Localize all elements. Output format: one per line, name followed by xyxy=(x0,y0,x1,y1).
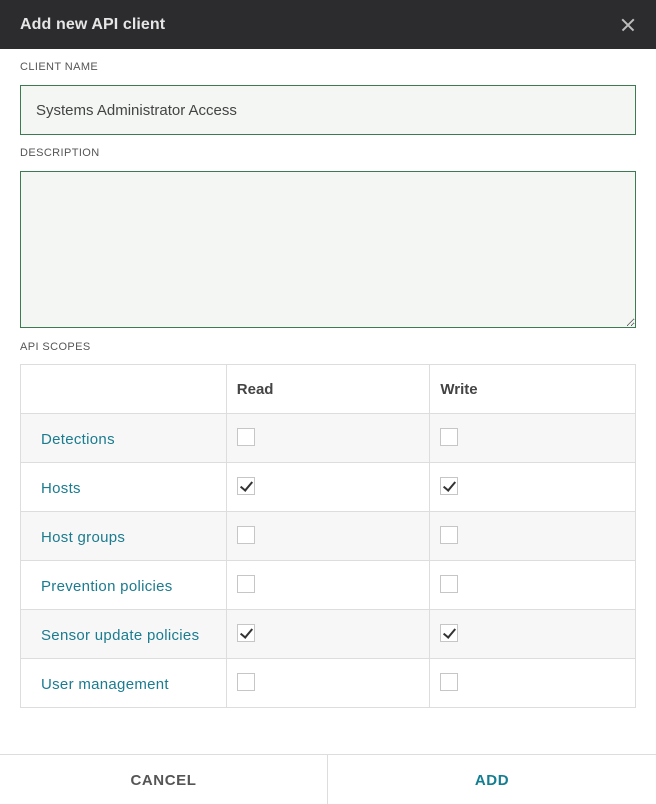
scope-name[interactable]: Prevention policies xyxy=(20,560,227,610)
table-row: Sensor update policies xyxy=(20,609,636,659)
scope-write-cell xyxy=(429,658,636,708)
scope-read-cell xyxy=(225,609,431,659)
read-checkbox-checked[interactable] xyxy=(236,477,255,495)
table-row: Prevention policies xyxy=(20,560,636,610)
scope-read-cell xyxy=(225,462,431,512)
read-checkbox-checked[interactable] xyxy=(236,624,255,642)
dialog-footer: CANCEL ADD xyxy=(0,754,656,804)
table-header-row: Read Write xyxy=(20,364,636,414)
column-header-scope xyxy=(20,364,227,414)
scope-write-cell xyxy=(429,609,636,659)
scope-read-cell xyxy=(225,658,431,708)
write-checkbox[interactable] xyxy=(440,526,459,544)
write-checkbox-checked[interactable] xyxy=(440,624,459,642)
cancel-button[interactable]: CANCEL xyxy=(0,755,328,804)
read-checkbox[interactable] xyxy=(236,526,255,544)
table-row: Hosts xyxy=(20,462,636,512)
scope-rows: Detections Hosts Host groups Prevention pol… xyxy=(20,413,636,708)
client-name-label: CLIENT NAME xyxy=(20,61,99,73)
write-checkbox[interactable] xyxy=(440,575,459,593)
table-row: User management xyxy=(20,658,636,708)
add-button[interactable]: ADD xyxy=(328,755,656,804)
table-row: Host groups xyxy=(20,511,636,561)
scope-read-cell xyxy=(225,560,431,610)
description-textarea[interactable] xyxy=(20,171,636,328)
write-checkbox-checked[interactable] xyxy=(440,477,459,495)
write-checkbox[interactable] xyxy=(440,428,459,446)
api-scopes-table: Read Write Detections Hosts Host groups Pre… xyxy=(20,364,636,708)
read-checkbox[interactable] xyxy=(236,428,255,446)
scope-write-cell xyxy=(429,560,636,610)
write-checkbox[interactable] xyxy=(440,673,459,691)
add-api-client-dialog: Add new API client CLIENT NAME DESCRIPTI… xyxy=(0,0,656,804)
scope-read-cell xyxy=(225,413,431,463)
read-checkbox[interactable] xyxy=(236,575,255,593)
close-icon[interactable] xyxy=(618,15,638,35)
scope-name[interactable]: User management xyxy=(20,658,227,708)
api-scopes-label: API SCOPES xyxy=(20,341,91,353)
scope-write-cell xyxy=(429,462,636,512)
dialog-body: CLIENT NAME DESCRIPTION API SCOPES Read … xyxy=(0,49,656,708)
dialog-header: Add new API client xyxy=(0,0,656,49)
dialog-title: Add new API client xyxy=(20,15,166,33)
column-header-write: Write xyxy=(429,364,636,414)
scope-name[interactable]: Host groups xyxy=(20,511,227,561)
description-label: DESCRIPTION xyxy=(20,147,100,159)
scope-write-cell xyxy=(429,413,636,463)
column-header-read: Read xyxy=(225,364,431,414)
scope-name[interactable]: Hosts xyxy=(20,462,227,512)
table-row: Detections xyxy=(20,413,636,463)
scope-name[interactable]: Sensor update policies xyxy=(20,609,227,659)
client-name-input[interactable] xyxy=(20,85,636,135)
read-checkbox[interactable] xyxy=(236,673,255,691)
scope-name[interactable]: Detections xyxy=(20,413,227,463)
scope-write-cell xyxy=(429,511,636,561)
scope-read-cell xyxy=(225,511,431,561)
